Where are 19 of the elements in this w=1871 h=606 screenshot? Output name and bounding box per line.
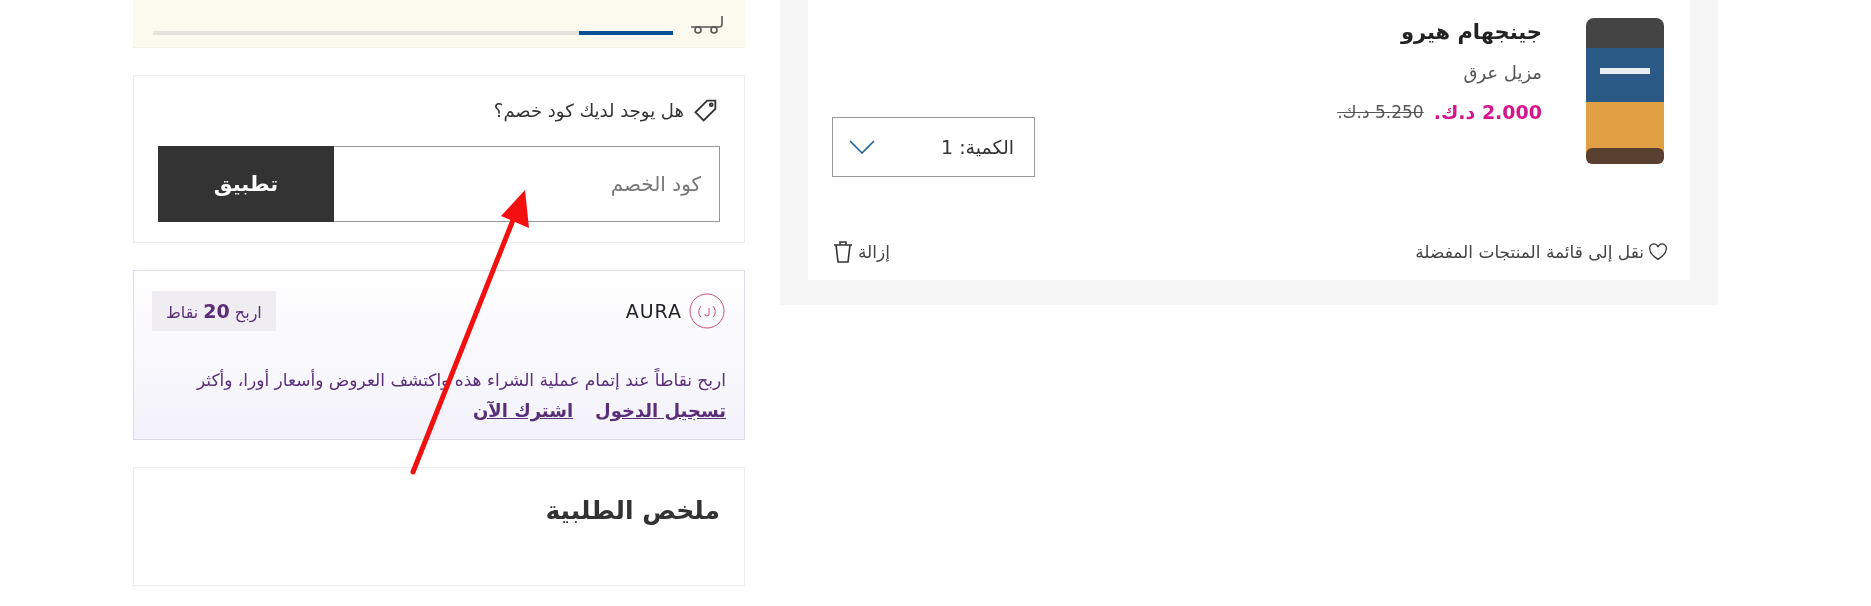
trash-icon — [832, 240, 854, 264]
product-subtitle: مزيل عرق — [1462, 62, 1542, 83]
product-price: 2.000 د.ك. — [1433, 101, 1542, 123]
apply-button[interactable]: تطبيق — [158, 146, 334, 222]
remove-button[interactable]: إزالة — [832, 240, 890, 264]
old-price: 5.250 د.ك. — [1337, 102, 1424, 122]
order-summary-title: ملخص الطلبية — [544, 496, 720, 525]
aura-logo-icon — [688, 292, 726, 330]
aura-link[interactable]: تسجيل الدخول — [595, 400, 726, 421]
coupon-field[interactable]: كود الخصم — [334, 146, 720, 222]
truck-icon — [689, 13, 723, 35]
heart-icon — [1648, 243, 1668, 261]
product-name: جينجهام هيرو — [1399, 20, 1542, 44]
aura-link[interactable]: اشترك الآن — [472, 400, 574, 421]
chevron-down-icon — [849, 140, 875, 154]
aura-brand: AURA — [625, 300, 682, 322]
coupon-question: هل يوجد لديك كود خصم؟ — [493, 99, 684, 121]
wishlist-button[interactable]: نقل إلى قائمة المنتجات المفضلة — [1415, 242, 1668, 262]
quantity-select[interactable]: الكمية: 1 — [832, 117, 1035, 177]
